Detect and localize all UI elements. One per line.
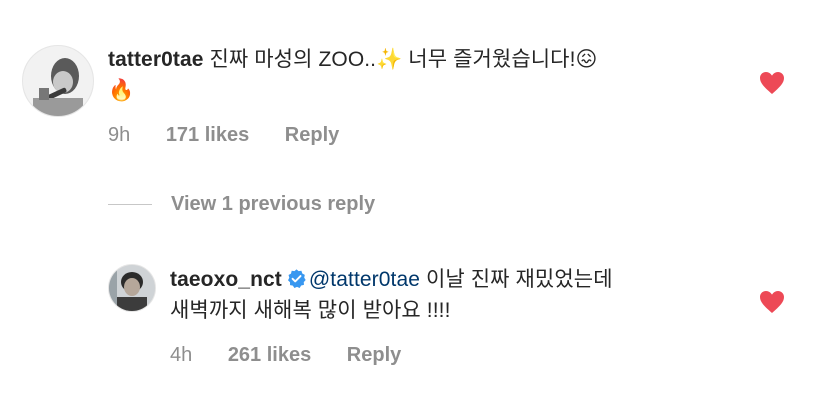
avatar-tatter0tae[interactable]	[22, 45, 94, 117]
avatar-taeoxo_nct[interactable]	[108, 264, 156, 312]
sparkles-emoji: ✨	[376, 48, 403, 71]
comment-text: tatter0tae 진짜 마성의 ZOO..✨ 너무 즐거웠습니다!😖 🔥	[108, 44, 758, 106]
reply-text: taeoxo_nct @tatter0tae 이날 진짜 재밌었는데 새벽까지 …	[170, 264, 750, 326]
view-previous-replies-button[interactable]: View 1 previous reply	[108, 193, 375, 216]
verified-badge-icon	[287, 269, 306, 288]
reply-time: 4h	[170, 344, 193, 366]
avatar-image	[23, 46, 93, 116]
comment-time: 9h	[108, 124, 131, 146]
likes-count[interactable]: 261 likes	[228, 344, 311, 366]
reply-text-line1: 이날 진짜 재밌었는데	[420, 268, 613, 291]
reply-meta: 4h 261 likes Reply	[170, 344, 431, 367]
comment-text-part1: 진짜 마성의 ZOO..	[209, 48, 377, 71]
reply-username[interactable]: taeoxo_nct	[170, 268, 282, 291]
heart-filled-icon[interactable]	[759, 290, 785, 314]
fire-emoji: 🔥	[108, 79, 135, 102]
comment-username[interactable]: tatter0tae	[108, 48, 204, 71]
heart-filled-icon[interactable]	[759, 71, 785, 95]
avatar-image	[109, 265, 155, 311]
divider-line	[108, 204, 152, 205]
comment-text-part2: 너무 즐거웠습니다!	[402, 48, 576, 71]
view-previous-replies-label: View 1 previous reply	[171, 193, 376, 215]
likes-count[interactable]: 171 likes	[166, 124, 249, 146]
mention-link[interactable]: @tatter0tae	[309, 268, 420, 291]
reply-text-line2: 새벽까지 새해복 많이 받아요 !!!!	[170, 299, 451, 322]
confounded-face-emoji: 😖	[575, 48, 598, 71]
reply-button[interactable]: Reply	[285, 124, 339, 146]
reply-button[interactable]: Reply	[347, 344, 401, 366]
comment-meta: 9h 171 likes Reply	[108, 124, 369, 147]
